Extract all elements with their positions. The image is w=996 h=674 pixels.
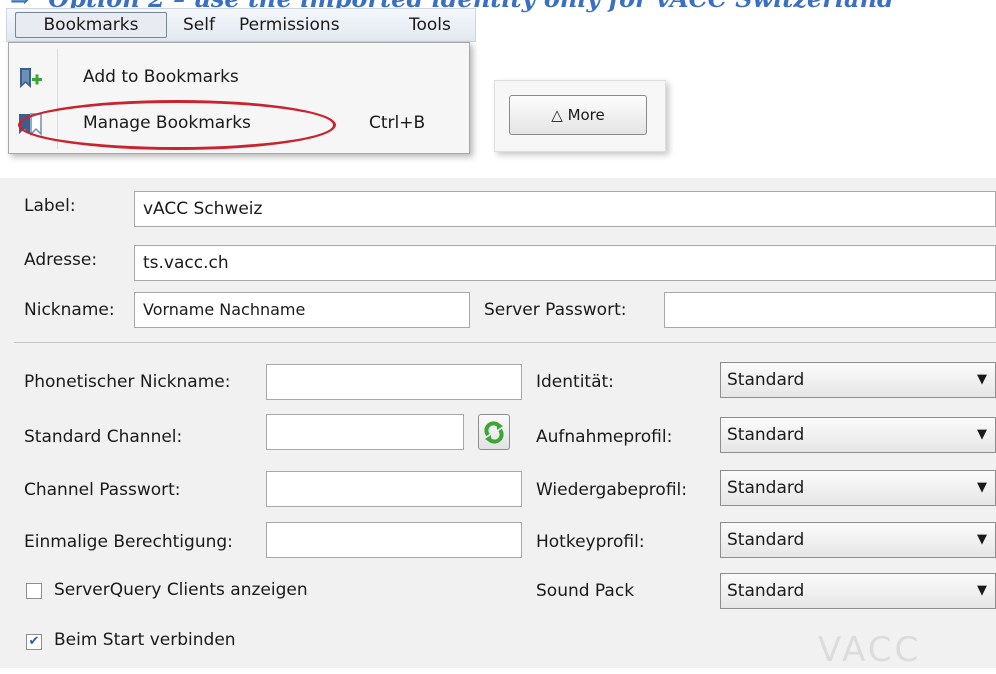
more-panel: △ More: [494, 80, 666, 152]
nickname-field[interactable]: Vorname Nachname: [134, 292, 470, 328]
chevron-down-icon: ▼: [977, 532, 987, 547]
channel-password-field[interactable]: [266, 471, 522, 507]
more-button[interactable]: △ More: [509, 95, 647, 135]
menu-item-add-to-bookmarks[interactable]: Add to Bookmarks: [9, 57, 469, 97]
refresh-icon: [484, 421, 504, 444]
shortcut-label: Ctrl+B: [369, 113, 426, 133]
menu-bookmarks[interactable]: Bookmarks: [15, 12, 167, 38]
default-channel-caption: Standard Channel:: [24, 427, 183, 447]
connect-on-start-checkbox[interactable]: ✔: [26, 634, 42, 650]
logo-text: VACC: [818, 630, 922, 670]
show-serverquery-checkbox[interactable]: [26, 583, 42, 599]
playback-profile-select[interactable]: Standard ▼: [720, 470, 996, 506]
menu-permissions[interactable]: Permissions: [239, 9, 340, 41]
one-time-permission-field[interactable]: [266, 522, 522, 558]
sound-pack-caption: Sound Pack: [536, 581, 635, 601]
phonetic-nickname-field[interactable]: [266, 364, 522, 400]
channel-password-caption: Channel Passwort:: [24, 480, 181, 500]
identity-caption: Identität:: [536, 372, 614, 392]
separator: [14, 342, 996, 343]
chevron-down-icon: ▼: [977, 427, 987, 442]
more-button-label: More: [567, 106, 605, 124]
default-channel-field[interactable]: [266, 414, 464, 450]
chevron-down-icon: ▼: [977, 480, 987, 495]
vacc-logo: VACC: [818, 630, 996, 674]
phonetic-nickname-caption: Phonetischer Nickname:: [24, 372, 231, 392]
capture-profile-select[interactable]: Standard ▼: [720, 417, 996, 453]
server-password-field[interactable]: [664, 292, 996, 328]
playback-profile-caption: Wiedergabeprofil:: [536, 480, 687, 500]
one-time-permission-caption: Einmalige Berechtigung:: [24, 532, 233, 552]
hotkey-profile-caption: Hotkeyprofil:: [536, 532, 645, 552]
sound-pack-select[interactable]: Standard ▼: [720, 573, 996, 609]
hotkey-profile-value: Standard: [727, 530, 805, 550]
identity-value: Standard: [727, 370, 805, 390]
nickname-caption: Nickname:: [24, 300, 115, 320]
server-password-caption: Server Passwort:: [484, 300, 627, 320]
menu-item-label: Add to Bookmarks: [83, 67, 239, 87]
menu-tools[interactable]: Tools: [409, 9, 451, 41]
checkmark-icon: ✔: [28, 634, 40, 649]
chevron-down-icon: ▼: [977, 583, 987, 598]
menu-bar: Bookmarks Self Permissions Tools: [6, 8, 476, 42]
triangle-up-icon: △: [551, 106, 563, 124]
show-serverquery-label: ServerQuery Clients anzeigen: [54, 580, 308, 600]
sound-pack-value: Standard: [727, 581, 805, 601]
chevron-down-icon: ▼: [977, 372, 987, 387]
playback-profile-value: Standard: [727, 478, 805, 498]
hotkey-profile-select[interactable]: Standard ▼: [720, 522, 996, 558]
label-field[interactable]: vACC Schweiz: [134, 191, 996, 227]
identity-select[interactable]: Standard ▼: [720, 362, 996, 398]
capture-profile-caption: Aufnahmeprofil:: [536, 427, 673, 447]
refresh-channels-button[interactable]: [478, 414, 510, 450]
address-field[interactable]: ts.vacc.ch: [134, 245, 996, 281]
label-caption: Label:: [24, 196, 76, 216]
address-caption: Adresse:: [24, 250, 98, 270]
capture-profile-value: Standard: [727, 425, 805, 445]
add-bookmark-icon: [17, 65, 43, 89]
connect-on-start-label: Beim Start verbinden: [54, 630, 236, 650]
highlight-ellipse: [18, 100, 336, 150]
menu-self[interactable]: Self: [183, 9, 215, 41]
